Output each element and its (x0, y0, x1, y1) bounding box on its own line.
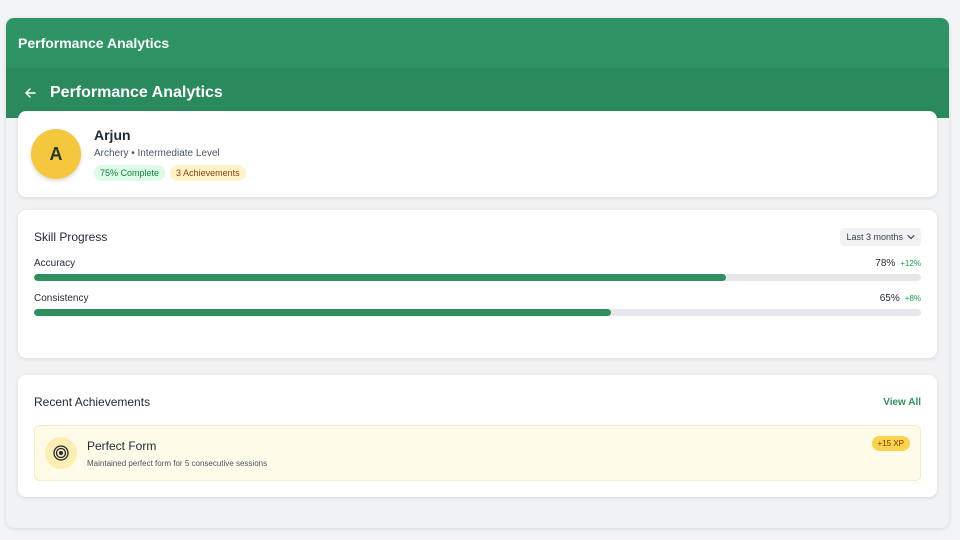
skill-name: Accuracy (34, 258, 76, 269)
profile-card: A Arjun Archery • Intermediate Level 75%… (18, 111, 937, 197)
profile-name: Arjun (94, 127, 131, 143)
progress-track (34, 274, 921, 281)
window-title: Performance Analytics (18, 35, 170, 51)
skill-delta: +12% (900, 259, 921, 268)
skill-item: Accuracy 78% +12% (34, 258, 921, 281)
completion-badge: 75% Complete (94, 165, 166, 181)
profile-subtitle: Archery • Intermediate Level (94, 148, 220, 159)
page-title: Performance Analytics (50, 84, 223, 101)
skill-name: Consistency (34, 293, 89, 304)
achievement-item[interactable]: Perfect Form Maintained perfect form for… (34, 425, 921, 481)
section-title: Skill Progress (34, 230, 108, 244)
skill-progress-header: Skill Progress Last 3 months (34, 228, 921, 246)
skill-delta: +8% (904, 294, 921, 303)
achievement-icon-wrap (45, 437, 77, 469)
achievement-title: Perfect Form (87, 438, 157, 453)
window-titlebar: Performance Analytics (6, 18, 949, 68)
achievements-card: Recent Achievements View All Perfect For… (18, 375, 937, 497)
section-title: Recent Achievements (34, 395, 151, 409)
skill-value: 65% (879, 293, 900, 304)
xp-badge: +15 XP (871, 436, 910, 451)
target-icon (53, 445, 69, 461)
arrow-left-icon (25, 88, 36, 98)
view-all-link[interactable]: View All (883, 397, 921, 408)
avatar: A (31, 129, 81, 179)
achievements-header: Recent Achievements View All (34, 395, 921, 409)
range-select-label: Last 3 months (846, 232, 903, 242)
progress-fill (34, 309, 611, 316)
range-select[interactable]: Last 3 months (840, 228, 921, 246)
achievements-badge: 3 Achievements (170, 165, 246, 181)
progress-fill (34, 274, 726, 281)
back-button[interactable] (22, 85, 38, 101)
profile-badges: 75% Complete 3 Achievements (94, 165, 246, 181)
app-window: Performance Analytics Performance Analyt… (6, 18, 949, 528)
skill-item: Consistency 65% +8% (34, 293, 921, 316)
profile-info: Arjun Archery • Intermediate Level 75% C… (94, 127, 246, 181)
progress-track (34, 309, 921, 316)
chevron-down-icon (907, 234, 915, 240)
skill-value: 78% (875, 258, 896, 269)
skill-progress-card: Skill Progress Last 3 months Accuracy 78… (18, 210, 937, 358)
achievement-description: Maintained perfect form for 5 consecutiv… (87, 458, 268, 468)
